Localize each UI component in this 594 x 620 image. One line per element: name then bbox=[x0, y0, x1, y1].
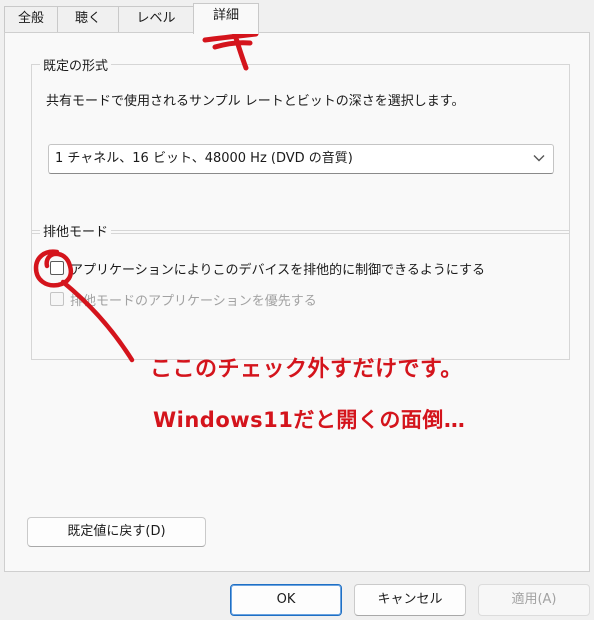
default-format-legend: 既定の形式 bbox=[40, 55, 112, 74]
sample-format-value: 1 チャネル、16 ビット、48000 Hz (DVD の音質) bbox=[55, 151, 353, 166]
apply-button[interactable]: 適用(A) bbox=[478, 584, 590, 616]
tab-general[interactable]: 全般 bbox=[4, 6, 58, 32]
restore-defaults-button[interactable]: 既定値に戻す(D) bbox=[27, 517, 206, 547]
tab-advanced[interactable]: 詳細 bbox=[193, 3, 259, 34]
tab-levels[interactable]: レベル bbox=[118, 6, 194, 32]
tab-bar: 全般 聴く レベル 詳細 bbox=[0, 0, 594, 34]
allow-exclusive-label[interactable]: アプリケーションによりこのデバイスを排他的に制御できるようにする bbox=[70, 259, 485, 278]
exclusive-priority-checkbox[interactable] bbox=[50, 292, 64, 306]
ok-button[interactable]: OK bbox=[230, 584, 342, 616]
chevron-down-icon bbox=[533, 155, 545, 162]
tab-listen[interactable]: 聴く bbox=[57, 6, 119, 32]
exclusive-priority-label[interactable]: 排他モードのアプリケーションを優先する bbox=[70, 290, 317, 309]
default-format-group: 既定の形式 共有モードで使用されるサンプル レートとビットの深さを選択します。 … bbox=[31, 55, 570, 234]
cancel-button[interactable]: キャンセル bbox=[354, 584, 466, 616]
exclusive-mode-legend: 排他モード bbox=[40, 221, 112, 240]
allow-exclusive-checkbox[interactable] bbox=[50, 261, 64, 275]
annotation-line-1: ここのチェック外すだけです。 bbox=[150, 357, 463, 382]
default-format-description: 共有モードで使用されるサンプル レートとビットの深さを選択します。 bbox=[46, 94, 465, 109]
exclusive-mode-group: 排他モード アプリケーションによりこのデバイスを排他的に制御できるようにする 排… bbox=[31, 221, 570, 360]
sample-format-select[interactable]: 1 チャネル、16 ビット、48000 Hz (DVD の音質) bbox=[48, 144, 554, 174]
advanced-panel: 既定の形式 共有モードで使用されるサンプル レートとビットの深さを選択します。 … bbox=[4, 32, 590, 572]
annotation-line-2: Windows11だと開くの面倒… bbox=[153, 408, 466, 432]
